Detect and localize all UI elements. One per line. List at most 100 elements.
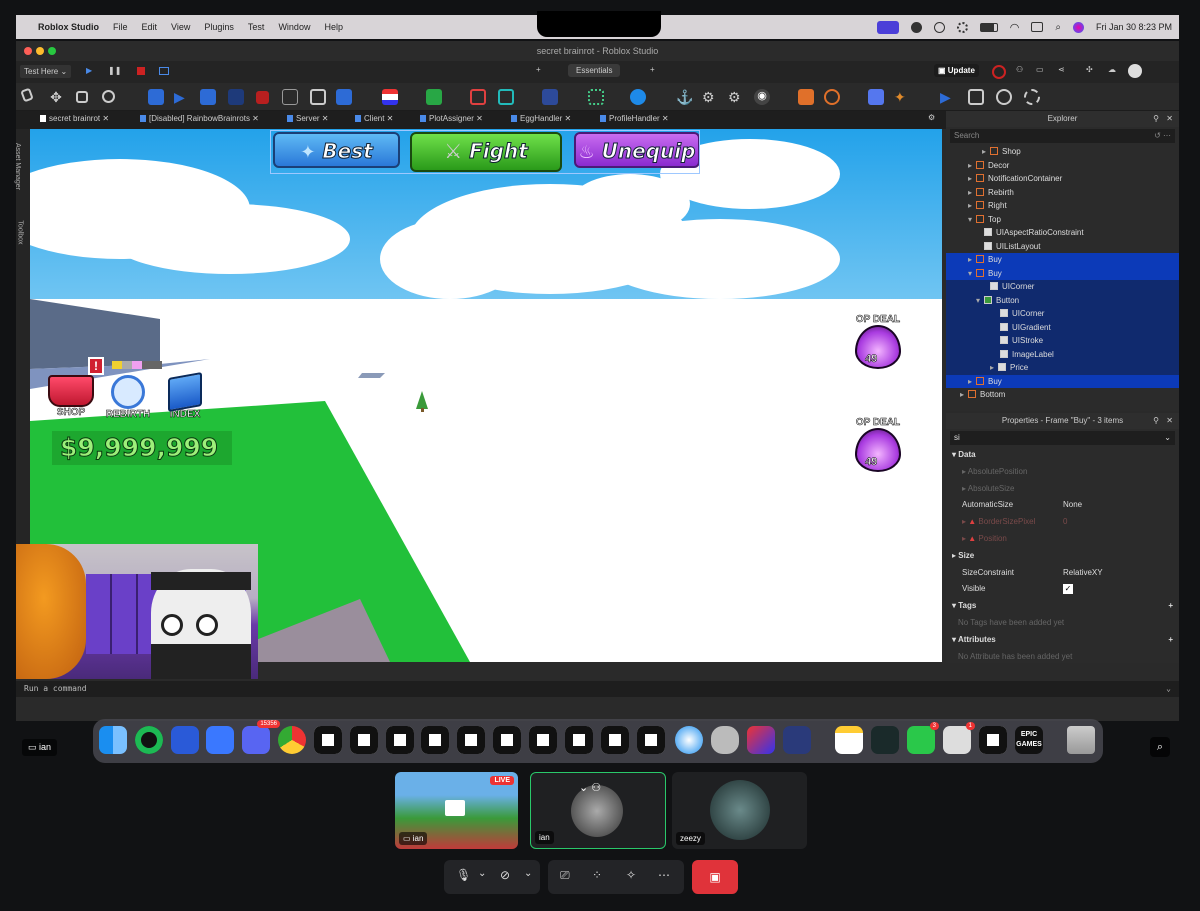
- activity-monitor-icon[interactable]: [871, 726, 899, 754]
- menu-view[interactable]: View: [171, 22, 190, 32]
- leave-call-button[interactable]: ▣: [692, 860, 738, 894]
- rig-icon[interactable]: ✦: [894, 89, 910, 105]
- share-icon[interactable]: ⋖: [1058, 65, 1065, 74]
- roblox-studio-icon[interactable]: [493, 726, 521, 754]
- run-icon[interactable]: ▶: [174, 89, 190, 105]
- finder-icon[interactable]: [99, 726, 127, 754]
- scale-tool-icon[interactable]: [76, 91, 88, 103]
- participant-tile-ian[interactable]: ⌄ ⚇ ian: [530, 772, 666, 849]
- tab-server[interactable]: Server ✕: [287, 114, 329, 123]
- rotate-tool-icon[interactable]: [102, 90, 115, 103]
- tree-item[interactable]: UIListLayout: [946, 240, 1179, 254]
- tree-item[interactable]: ▸ Rebirth: [946, 186, 1179, 200]
- battery-icon[interactable]: [979, 22, 998, 32]
- alert-badge[interactable]: !: [88, 357, 104, 375]
- maximize-window-icon[interactable]: [48, 47, 56, 55]
- close-icon[interactable]: ✕: [1166, 111, 1173, 127]
- safari-icon[interactable]: [675, 726, 703, 754]
- siri-icon[interactable]: [1072, 21, 1084, 33]
- record-tool-icon[interactable]: [996, 89, 1012, 105]
- chevron-down-icon[interactable]: ⌄: [1166, 684, 1171, 693]
- tree-item[interactable]: ▸ Bottom: [946, 388, 1179, 402]
- tab-client[interactable]: Client ✕: [355, 114, 393, 123]
- participant-tile-zeezy[interactable]: zeezy: [672, 772, 807, 849]
- tree-item[interactable]: UIAspectRatioConstraint: [946, 226, 1179, 240]
- user-add-icon[interactable]: ⚇: [1016, 65, 1023, 74]
- shop-button[interactable]: SHOP: [46, 375, 96, 423]
- select-tool-icon[interactable]: [20, 87, 34, 103]
- prop-automatic-size[interactable]: AutomaticSize None: [946, 497, 1179, 514]
- avatar[interactable]: [1128, 64, 1142, 78]
- spotify-icon[interactable]: [135, 726, 163, 754]
- essentials-tab[interactable]: Essentials: [568, 64, 621, 77]
- camera-icon[interactable]: [336, 89, 352, 105]
- mic-icon[interactable]: 🎙︎: [456, 868, 471, 882]
- expand-arrow-icon[interactable]: ▾: [968, 213, 976, 227]
- model-icon[interactable]: [868, 89, 884, 105]
- roblox-studio-icon[interactable]: [457, 726, 485, 754]
- stop-icon[interactable]: [137, 67, 145, 75]
- chevron-down-icon[interactable]: ⌄: [524, 868, 532, 879]
- launcher-icon[interactable]: [783, 726, 811, 754]
- expand-arrow-icon[interactable]: ▸: [960, 388, 968, 402]
- eye-icon[interactable]: ◉: [754, 89, 770, 105]
- camera-off-icon[interactable]: ⊘: [500, 868, 510, 882]
- exit-icon[interactable]: [968, 89, 984, 105]
- trash-icon[interactable]: [1067, 726, 1095, 754]
- arc-icon[interactable]: [747, 726, 775, 754]
- app-name[interactable]: Roblox Studio: [38, 22, 99, 32]
- menu-help[interactable]: Help: [324, 22, 343, 32]
- anchor-icon[interactable]: ⚓: [676, 89, 693, 105]
- gear-icon[interactable]: [956, 21, 968, 33]
- section-size[interactable]: ▸ Size: [946, 548, 1179, 565]
- index-button[interactable]: INDEX: [160, 372, 210, 423]
- tree-item[interactable]: ▾ Buy: [946, 266, 1179, 281]
- stop-icon[interactable]: [256, 91, 269, 104]
- menu-file[interactable]: File: [113, 22, 128, 32]
- section-data[interactable]: ▾ Data: [946, 447, 1179, 464]
- add-attribute-icon[interactable]: +: [1168, 632, 1173, 649]
- screen-share-icon[interactable]: [876, 20, 899, 34]
- tab-rainbow-brainrots[interactable]: [Disabled] RainbowBrainrots ✕: [140, 114, 259, 123]
- prop-position[interactable]: ▸ ▲ Position: [946, 531, 1179, 548]
- prop-border-size-pixel[interactable]: ▸ ▲ BorderSizePixel 0: [946, 514, 1179, 531]
- update-button[interactable]: ▣ Update: [934, 64, 979, 77]
- discord-icon[interactable]: 15356: [242, 720, 280, 754]
- tree-item[interactable]: ▸ Shop: [946, 145, 1179, 159]
- command-bar-input[interactable]: Run a command ⌄: [16, 681, 1179, 697]
- pin-icon[interactable]: ⚲: [1153, 413, 1159, 429]
- collab-icon[interactable]: ✣: [1086, 65, 1093, 74]
- roblox-studio-icon[interactable]: [529, 726, 557, 754]
- zoom-icon[interactable]: ⌕: [1150, 737, 1170, 757]
- activities-icon[interactable]: ⁘: [592, 868, 602, 882]
- play-icon[interactable]: [933, 21, 945, 33]
- expand-arrow-icon[interactable]: ▾: [976, 294, 984, 308]
- epic-games-icon[interactable]: EPIC GAMES: [1015, 726, 1043, 754]
- cloud-icon[interactable]: ☁: [1108, 65, 1116, 74]
- chat-icon[interactable]: ▭: [1036, 65, 1044, 74]
- printer-icon[interactable]: 1: [943, 722, 975, 754]
- mute-icon[interactable]: [282, 89, 298, 105]
- prop-size-constraint[interactable]: SizeConstraint RelativeXY: [946, 565, 1179, 582]
- group-icon[interactable]: [470, 89, 486, 105]
- more-icon[interactable]: ⋯: [658, 868, 670, 882]
- roblox-studio-icon[interactable]: [314, 726, 342, 754]
- tree-item[interactable]: ImageLabel: [946, 347, 1179, 361]
- soundboard-icon[interactable]: ✧: [626, 868, 636, 882]
- roblox-studio-icon[interactable]: [565, 726, 593, 754]
- tree-item[interactable]: ▸ Buy: [946, 253, 1179, 267]
- notes-icon[interactable]: [835, 726, 863, 754]
- expand-arrow-icon[interactable]: ▸: [968, 159, 976, 173]
- tree-item[interactable]: ▸ Right: [946, 199, 1179, 213]
- expand-arrow-icon[interactable]: ▸: [982, 145, 990, 159]
- menu-window[interactable]: Window: [278, 22, 310, 32]
- tab-plot-assigner[interactable]: PlotAssigner ✕: [420, 114, 483, 123]
- wifi-icon[interactable]: ◠: [1010, 21, 1020, 34]
- messages-icon[interactable]: 3: [907, 722, 939, 754]
- device-emulator-icon[interactable]: [228, 89, 244, 105]
- asset-manager-tab[interactable]: Asset Manager: [14, 143, 21, 190]
- terrain-icon[interactable]: [588, 89, 604, 105]
- move-tool-icon[interactable]: ✥: [48, 89, 64, 105]
- expand-arrow-icon[interactable]: ▾: [968, 267, 976, 281]
- op-deal-1[interactable]: OP DEAL 49: [850, 314, 906, 376]
